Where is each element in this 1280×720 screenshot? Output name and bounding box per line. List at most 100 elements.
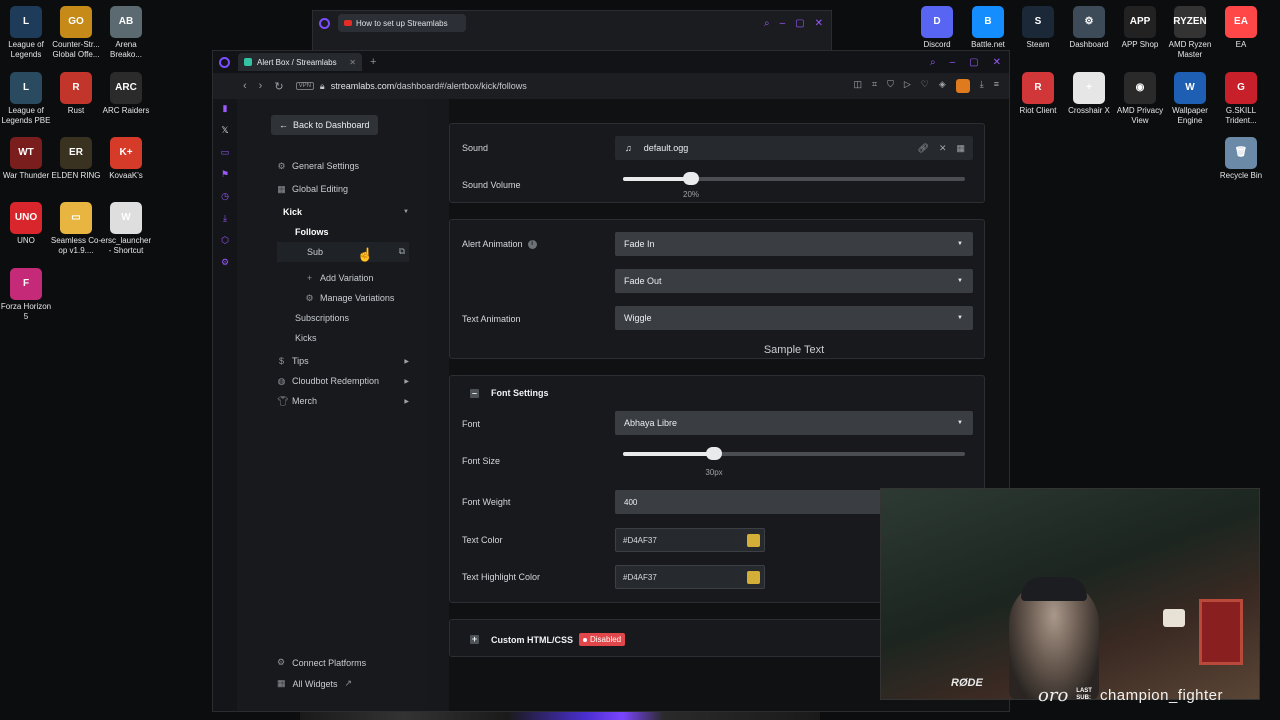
connect-platforms-link[interactable]: ⚙ Connect Platforms xyxy=(277,657,366,668)
settings-icon[interactable]: ⚙ xyxy=(220,257,230,267)
desktop-icon-war-thunder[interactable]: WT War Thunder xyxy=(0,137,52,181)
maximize-button[interactable]: ▢ xyxy=(795,18,804,29)
alert-out-animation-select[interactable]: Fade Out ▼ xyxy=(615,269,973,293)
desktop-icon-amd-privacy-view[interactable]: ◉ AMD Privacy View xyxy=(1114,72,1166,126)
twitch-icon[interactable]: ▮ xyxy=(220,103,230,113)
address-bar[interactable]: ‹ › ↻ VPN 🔒︎ streamlabs.com/dashboard#/a… xyxy=(213,73,1009,99)
slider-handle[interactable] xyxy=(706,447,722,460)
manage-variations-button[interactable]: ⚙ Manage Variations xyxy=(305,293,394,303)
slider-handle[interactable] xyxy=(683,172,699,185)
info-icon[interactable]: i xyxy=(527,239,537,249)
desktop-icon-arena-breako[interactable]: AB Arena Breako... xyxy=(100,6,152,60)
close-button[interactable]: ✕ xyxy=(815,18,823,29)
close-tab-icon[interactable]: ✕ xyxy=(349,58,356,67)
menu-icon[interactable]: ≡ xyxy=(994,79,999,93)
sidebar-item-kick[interactable]: Kick ▼ xyxy=(283,207,409,217)
clear-icon[interactable]: ✕ xyxy=(939,143,947,154)
sidebar-item-cloudbot[interactable]: ◍ Cloudbot Redemption ▶ xyxy=(277,376,409,386)
sound-volume-slider[interactable] xyxy=(623,172,965,185)
sidebar-item-sub[interactable]: Sub ⧉ xyxy=(277,242,409,262)
sidebar-item-tips[interactable]: $ Tips ▶ xyxy=(277,356,409,366)
new-tab-button[interactable]: + xyxy=(370,56,376,68)
color-swatch[interactable] xyxy=(747,571,760,584)
desktop-icon-steam[interactable]: S Steam xyxy=(1012,6,1064,50)
desktop-icon-riot-client[interactable]: R Riot Client xyxy=(1012,72,1064,116)
url-host[interactable]: streamlabs.com xyxy=(331,81,395,91)
desktop-icon-forza-horizon-5[interactable]: F Forza Horizon 5 xyxy=(0,268,52,322)
minimize-button[interactable]: – xyxy=(780,18,786,29)
link-icon[interactable]: 🔗︎ xyxy=(918,143,929,154)
play-icon[interactable]: ▷ xyxy=(904,79,911,93)
desktop-icon-recycle-bin[interactable]: 🗑 Recycle Bin xyxy=(1215,137,1267,181)
all-widgets-link[interactable]: ▦ All Widgets ↗ xyxy=(277,678,352,689)
desktop-icon-counter-str-global-offe[interactable]: GO Counter-Str... Global Offe... xyxy=(50,6,102,60)
maximize-button[interactable]: ▢ xyxy=(969,57,978,68)
sidebar-item-follows[interactable]: Follows xyxy=(295,227,329,237)
desktop-icon-wallpaper-engine[interactable]: W Wallpaper Engine xyxy=(1164,72,1216,126)
url-path[interactable]: /dashboard#/alertbox/kick/follows xyxy=(394,81,527,91)
bookmark-icon[interactable]: ⚑ xyxy=(220,169,230,179)
download-icon[interactable]: ⤓ xyxy=(980,79,984,93)
text-animation-select[interactable]: Wiggle ▼ xyxy=(615,306,973,330)
font-select[interactable]: Abhaya Libre ▼ xyxy=(615,411,973,435)
desktop-icon-g-skill-trident[interactable]: G G.SKILL Trident... xyxy=(1215,72,1267,126)
vpn-badge[interactable]: VPN xyxy=(295,82,314,90)
sound-file-field[interactable]: ♫ default.ogg 🔗︎ ✕ ▦ xyxy=(615,136,973,160)
copy-icon[interactable]: ⧉ xyxy=(399,246,405,257)
tab-alert-box[interactable]: Alert Box / Streamlabs ✕ xyxy=(238,53,362,71)
desktop-icon-arc-raiders[interactable]: ARC ARC Raiders xyxy=(100,72,152,116)
collapse-icon[interactable]: – xyxy=(470,388,479,398)
heart-icon[interactable]: ♡ xyxy=(921,79,929,93)
desktop-icon-league-of-legends[interactable]: L League of Legends xyxy=(0,6,52,60)
desktop-icon-crosshair-x[interactable]: + Crosshair X xyxy=(1063,72,1115,116)
sidebar-item-subscriptions[interactable]: Subscriptions xyxy=(295,313,349,323)
history-icon[interactable]: ◷ xyxy=(220,191,230,201)
desktop-icon-amd-ryzen-master[interactable]: RYZEN AMD Ryzen Master xyxy=(1164,6,1216,60)
desktop-icon-kovaak-s[interactable]: K+ KovaaK's xyxy=(100,137,152,181)
snapshot-icon[interactable]: ◫ xyxy=(853,79,862,93)
desktop-icon-league-of-legends-pbe[interactable]: L League of Legends PBE xyxy=(0,72,52,126)
tab-youtube[interactable]: How to set up Streamlabs xyxy=(338,14,466,32)
desktop-icon-ersc-launcher-shortcut[interactable]: Wersc_launcher - Shortcut xyxy=(100,202,152,256)
background-browser-window[interactable]: How to set up Streamlabs ⌕ – ▢ ✕ xyxy=(312,10,832,54)
desktop-icon-battle-net[interactable]: B Battle.net xyxy=(962,6,1014,50)
back-arrow-icon[interactable]: ‹ xyxy=(243,80,247,92)
desktop-icon-elden-ring[interactable]: ER ELDEN RING xyxy=(50,137,102,181)
custom-html-css-header[interactable]: + Custom HTML/CSS Disabled xyxy=(470,633,626,646)
forward-arrow-icon[interactable]: › xyxy=(259,80,263,92)
workspace-icon[interactable]: ▭ xyxy=(220,147,230,157)
desktop-icon-ea[interactable]: EA EA xyxy=(1215,6,1267,50)
library-grid-icon[interactable]: ▦ xyxy=(956,143,965,154)
opera-logo-icon[interactable] xyxy=(219,56,230,68)
font-size-slider[interactable] xyxy=(623,447,965,460)
search-icon[interactable]: ⌕ xyxy=(764,18,770,29)
text-highlight-color-field[interactable]: #D4AF37 xyxy=(615,565,765,589)
extension-icon[interactable] xyxy=(955,79,970,93)
font-weight-field[interactable]: 400 xyxy=(615,490,881,514)
crop-icon[interactable]: ⌗ xyxy=(872,79,877,93)
desktop-icon-seamless-co-op-v1-9[interactable]: ▭ Seamless Co-op v1.9.... xyxy=(50,202,102,256)
desktop-icon-discord[interactable]: D Discord xyxy=(911,6,963,50)
sidebar-item-kicks[interactable]: Kicks xyxy=(295,333,317,343)
alert-in-animation-select[interactable]: Fade In ▼ xyxy=(615,232,973,256)
text-color-field[interactable]: #D4AF37 xyxy=(615,528,765,552)
x-icon[interactable]: 𝕏 xyxy=(220,125,230,135)
color-swatch[interactable] xyxy=(747,534,760,547)
expand-icon[interactable]: + xyxy=(470,635,479,644)
close-window-button[interactable]: ✕ xyxy=(993,57,1001,68)
cube-icon[interactable]: ◈ xyxy=(939,79,946,93)
sidebar-item-merch[interactable]: 👕︎ Merch ▶ xyxy=(277,396,409,406)
extensions-icon[interactable]: ⬡ xyxy=(220,235,230,245)
desktop-icon-uno[interactable]: UNO UNO xyxy=(0,202,52,246)
add-variation-button[interactable]: + Add Variation xyxy=(305,273,374,283)
back-to-dashboard-button[interactable]: ← Back to Dashboard xyxy=(271,115,378,135)
desktop-icon-rust[interactable]: R Rust xyxy=(50,72,102,116)
sidebar-item-global-editing[interactable]: ▦ Global Editing xyxy=(277,184,348,194)
desktop-icon-dashboard[interactable]: ⚙ Dashboard xyxy=(1063,6,1115,50)
minimize-button[interactable]: – xyxy=(950,57,956,68)
search-tabs-icon[interactable]: ⌕ xyxy=(930,57,936,68)
desktop-icon-app-shop[interactable]: APP APP Shop xyxy=(1114,6,1166,50)
sidebar-item-general-settings[interactable]: ⚙ General Settings xyxy=(277,161,359,171)
font-settings-header[interactable]: – Font Settings xyxy=(470,388,549,398)
downloads-icon[interactable]: ⤓ xyxy=(220,213,230,223)
